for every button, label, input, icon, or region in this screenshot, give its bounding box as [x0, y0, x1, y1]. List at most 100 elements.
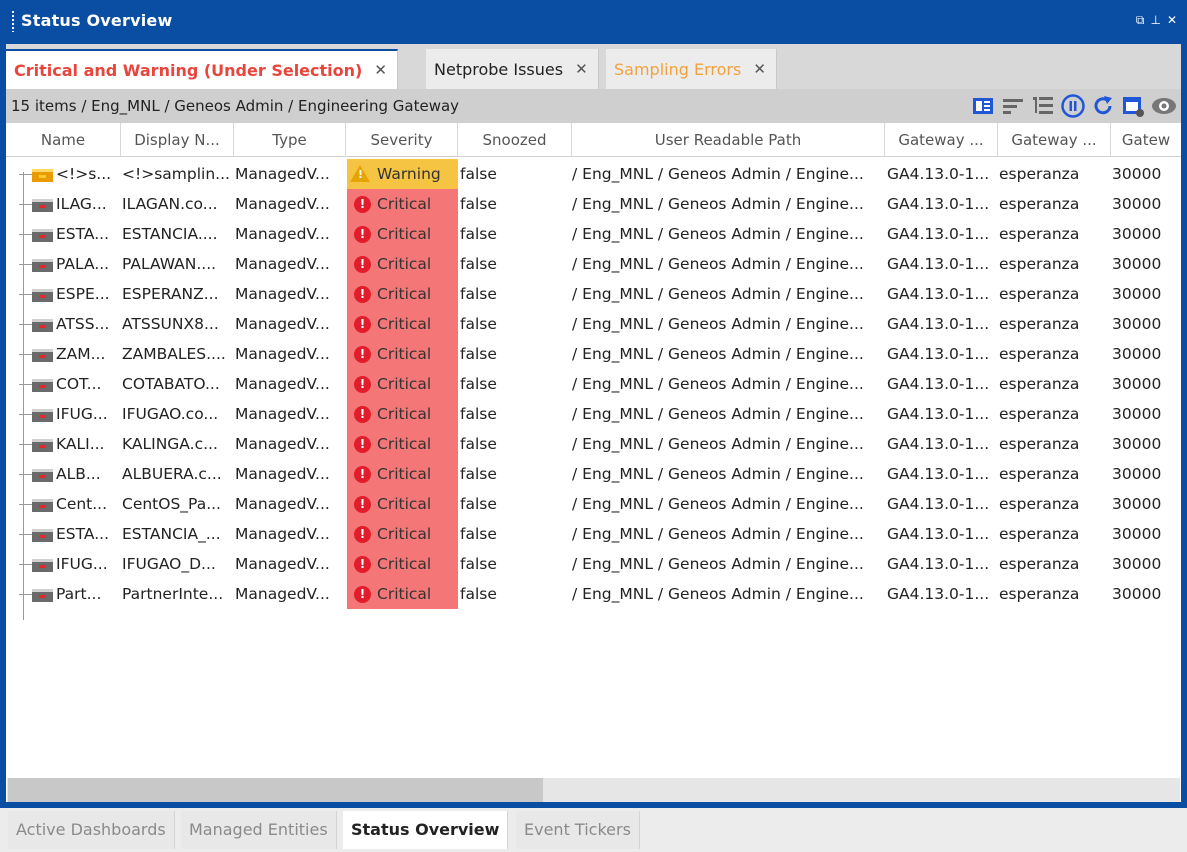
close-tab-icon[interactable]: ✕ [374, 61, 387, 79]
cell-display-name: PALAWAN.... [122, 255, 217, 273]
cell-gateway-version: GA4.13.0-1... [887, 525, 990, 543]
table-row[interactable]: ESPE... ESPERANZ... ManagedV... false / Eng_… [6, 279, 1181, 309]
severity-badge: ! Critical [347, 369, 458, 399]
critical-icon: ! [354, 316, 371, 333]
close-tab-icon[interactable]: ✕ [753, 60, 766, 78]
cell-type: ManagedV... [235, 195, 330, 213]
sort-icon[interactable] [1001, 94, 1025, 118]
severity-badge: ! Critical [347, 189, 458, 219]
severity-label: Critical [377, 195, 432, 213]
managed-entity-icon [32, 529, 53, 542]
title-bar[interactable]: Status Overview ⧉ ⊥ ✕ [0, 0, 1187, 42]
tab-sampling-errors[interactable]: Sampling Errors ✕ [606, 49, 777, 89]
severity-badge: ! Critical [347, 489, 458, 519]
managed-entity-icon [32, 199, 53, 212]
bottom-tab-managed-entities[interactable]: Managed Entities [181, 811, 337, 849]
table-row[interactable]: IFUG... IFUGAO_D... ManagedV... false / Eng_… [6, 549, 1181, 579]
cell-gateway-version: GA4.13.0-1... [887, 285, 990, 303]
drag-grip-icon[interactable] [11, 10, 15, 32]
cell-type: ManagedV... [235, 585, 330, 603]
table-row[interactable]: PALA... PALAWAN.... ManagedV... false / Eng_… [6, 249, 1181, 279]
column-header-gateway-3[interactable]: Gatew [1111, 123, 1181, 157]
table-row[interactable]: IFUG... IFUGAO.co... ManagedV... false / Eng… [6, 399, 1181, 429]
cell-snoozed: false [460, 315, 497, 333]
severity-badge: Warning [347, 159, 458, 189]
table-row[interactable]: Part... PartnerInte... ManagedV... false / E… [6, 579, 1181, 609]
bottom-tab-status-overview[interactable]: Status Overview [343, 811, 509, 849]
tree-list-icon[interactable] [1031, 94, 1055, 118]
cell-snoozed: false [460, 405, 497, 423]
cell-user-readable-path: / Eng_MNL / Geneos Admin / Engine... [572, 165, 864, 183]
column-header-snoozed[interactable]: Snoozed [458, 123, 572, 157]
table-row[interactable]: ILAG... ILAGAN.co... ManagedV... false / Eng… [6, 189, 1181, 219]
tab-netprobe-issues[interactable]: Netprobe Issues ✕ [426, 49, 599, 89]
table-row[interactable]: ESTA... ESTANCIA.... ManagedV... false / Eng… [6, 219, 1181, 249]
table-row[interactable]: ESTA... ESTANCIA_... ManagedV... false / Eng… [6, 519, 1181, 549]
cell-gateway-version: GA4.13.0-1... [887, 255, 990, 273]
visibility-eye-icon[interactable] [1151, 94, 1176, 118]
managed-entity-icon [32, 319, 53, 332]
column-header-gateway-1[interactable]: Gateway ... [885, 123, 998, 157]
table-row[interactable]: KALI... KALINGA.c... ManagedV... false / Eng… [6, 429, 1181, 459]
cell-user-readable-path: / Eng_MNL / Geneos Admin / Engine... [572, 555, 864, 573]
severity-label: Critical [377, 225, 432, 243]
cell-user-readable-path: / Eng_MNL / Geneos Admin / Engine... [572, 195, 864, 213]
float-window-icon[interactable]: ⧉ [1136, 12, 1145, 28]
cell-snoozed: false [460, 495, 497, 513]
cell-gateway-host: esperanza [999, 585, 1080, 603]
refresh-icon[interactable] [1091, 94, 1115, 118]
cell-snoozed: false [460, 555, 497, 573]
table-header: Name Display N... Type Severity Snoozed … [6, 123, 1181, 157]
layout-view-icon[interactable] [971, 94, 995, 118]
close-window-icon[interactable]: ✕ [1167, 12, 1177, 28]
cell-type: ManagedV... [235, 465, 330, 483]
cell-gateway-host: esperanza [999, 375, 1080, 393]
tree-branch-line [19, 294, 32, 295]
cell-gateway-host: esperanza [999, 225, 1080, 243]
column-header-severity[interactable]: Severity [346, 123, 458, 157]
table-row[interactable]: ZAM... ZAMBALES.... ManagedV... false / Eng_… [6, 339, 1181, 369]
cell-user-readable-path: / Eng_MNL / Geneos Admin / Engine... [572, 285, 864, 303]
table-row[interactable]: COT... COTABATO... ManagedV... false / Eng_M… [6, 369, 1181, 399]
cell-gateway-host: esperanza [999, 465, 1080, 483]
scrollbar-thumb[interactable] [8, 778, 543, 802]
column-header-user-readable-path[interactable]: User Readable Path [572, 123, 885, 157]
cell-type: ManagedV... [235, 315, 330, 333]
bottom-tab-event-tickers[interactable]: Event Tickers [516, 811, 640, 849]
table-row[interactable]: ALB... ALBUERA.c... ManagedV... false / Eng_… [6, 459, 1181, 489]
severity-badge: ! Critical [347, 339, 458, 369]
pin-window-icon[interactable]: ⊥ [1150, 12, 1160, 28]
cell-gateway-port: 30000 [1112, 435, 1162, 453]
breadcrumb: 15 items / Eng_MNL / Geneos Admin / Engi… [11, 97, 460, 115]
column-header-display-name[interactable]: Display N... [121, 123, 234, 157]
column-header-gateway-2[interactable]: Gateway ... [998, 123, 1111, 157]
tab-critical-warning[interactable]: Critical and Warning (Under Selection) ✕ [6, 49, 398, 89]
horizontal-scrollbar[interactable] [7, 778, 1180, 802]
close-tab-icon[interactable]: ✕ [575, 60, 588, 78]
cell-snoozed: false [460, 165, 497, 183]
cell-gateway-port: 30000 [1112, 375, 1162, 393]
managed-entity-icon [32, 589, 53, 602]
table-row[interactable]: ATSS... ATSSUNX8... ManagedV... false / Eng_… [6, 309, 1181, 339]
critical-icon: ! [354, 256, 371, 273]
tree-branch-line [19, 234, 32, 235]
managed-entity-icon [32, 169, 53, 182]
cell-display-name: ALBUERA.c... [122, 465, 222, 483]
tab-label: Critical and Warning (Under Selection) [14, 60, 363, 80]
tab-label: Sampling Errors [614, 59, 742, 79]
tab-label: Netprobe Issues [434, 59, 564, 79]
table-row[interactable]: <!>s... <!>samplin... ManagedV... false / En… [6, 159, 1181, 189]
cell-type: ManagedV... [235, 375, 330, 393]
cell-snoozed: false [460, 195, 497, 213]
tree-branch-line [19, 324, 32, 325]
column-header-type[interactable]: Type [234, 123, 346, 157]
cell-type: ManagedV... [235, 165, 330, 183]
pause-icon[interactable] [1061, 94, 1085, 118]
settings-panel-icon[interactable] [1121, 94, 1145, 118]
cell-gateway-version: GA4.13.0-1... [887, 405, 990, 423]
table-row[interactable]: Cent... CentOS_Pa... ManagedV... false / Eng… [6, 489, 1181, 519]
cell-gateway-host: esperanza [999, 195, 1080, 213]
cell-name: ESTA... [56, 525, 110, 543]
column-header-name[interactable]: Name [6, 123, 121, 157]
bottom-tab-active-dashboards[interactable]: Active Dashboards [8, 811, 175, 849]
